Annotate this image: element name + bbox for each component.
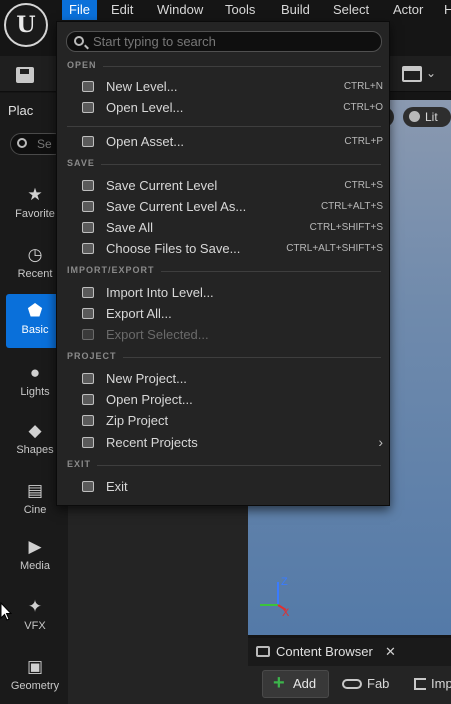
menu-edit[interactable]: Edit — [104, 0, 140, 20]
menu-item-save-current-level-as[interactable]: Save Current Level As... CTRL+ALT+S — [57, 196, 391, 217]
menu-select[interactable]: Select — [326, 0, 376, 20]
plus-icon: + — [273, 672, 285, 694]
sparkle-icon: ✦ — [27, 597, 43, 616]
import-icon — [82, 287, 94, 298]
section-import-export: IMPORT/EXPORT — [67, 265, 381, 277]
menu-window[interactable]: Window — [150, 0, 210, 20]
category-geometry[interactable]: ▣ Geometry — [6, 650, 64, 702]
menu-item-new-project[interactable]: New Project... — [57, 368, 391, 389]
zip-project-icon — [82, 415, 94, 426]
folder-icon — [256, 646, 270, 657]
new-level-icon — [82, 81, 94, 92]
geometry-icon: ▣ — [26, 657, 44, 676]
menu-actor[interactable]: Actor — [386, 0, 430, 20]
open-project-icon — [82, 394, 94, 405]
export-selected-icon — [82, 329, 94, 340]
category-vfx[interactable]: ✦ VFX — [6, 590, 64, 642]
menu-build[interactable]: Build — [274, 0, 317, 20]
search-icon — [17, 138, 27, 148]
new-project-icon — [82, 373, 94, 384]
category-media[interactable]: ▶ Media — [6, 530, 64, 582]
fab-icon — [342, 679, 362, 689]
menu-item-zip-project[interactable]: Zip Project — [57, 410, 391, 431]
menu-item-save-all[interactable]: Save All CTRL+SHIFT+S — [57, 217, 391, 238]
unreal-logo-icon[interactable]: U — [4, 3, 48, 47]
recent-projects-icon — [82, 437, 94, 448]
chevron-right-icon: › — [378, 434, 383, 450]
add-button[interactable]: + Add — [262, 670, 329, 698]
section-save: SAVE — [67, 158, 381, 170]
menu-tools[interactable]: Tools — [218, 0, 262, 20]
file-menu-search[interactable] — [66, 31, 382, 52]
save-icon — [82, 180, 94, 191]
menu-item-import-into-level[interactable]: Import Into Level... — [57, 282, 391, 303]
menu-item-open-asset[interactable]: Open Asset... CTRL+P — [57, 131, 391, 152]
section-open: OPEN — [67, 60, 381, 72]
close-icon[interactable]: ✕ — [385, 640, 396, 664]
open-asset-icon — [82, 136, 94, 147]
cinematics-icon[interactable] — [402, 66, 422, 82]
mouse-cursor-icon — [0, 602, 12, 621]
axis-x-label: X — [282, 607, 290, 617]
lit-view-mode-button[interactable]: Lit — [403, 107, 451, 127]
open-level-icon — [82, 102, 94, 113]
menu-item-save-current-level[interactable]: Save Current Level CTRL+S — [57, 175, 391, 196]
file-menu-search-input[interactable] — [93, 33, 373, 50]
section-project: PROJECT — [67, 351, 381, 363]
import-button[interactable]: Imp — [412, 670, 451, 698]
media-icon: ▶ — [28, 537, 42, 556]
fab-button[interactable]: Fab — [342, 670, 402, 698]
menu-help[interactable]: H — [437, 0, 451, 20]
menu-item-new-level[interactable]: New Level... CTRL+N — [57, 76, 391, 97]
menu-item-open-level[interactable]: Open Level... CTRL+O — [57, 97, 391, 118]
menu-item-recent-projects[interactable]: Recent Projects › — [57, 432, 391, 453]
menu-item-choose-files-to-save[interactable]: Choose Files to Save... CTRL+ALT+SHIFT+S — [57, 238, 391, 259]
menu-item-exit[interactable]: Exit — [57, 476, 391, 497]
content-browser-tab[interactable]: Content Browser — [252, 640, 402, 664]
save-icon[interactable] — [16, 67, 34, 83]
section-exit: EXIT — [67, 459, 381, 471]
choose-files-icon — [82, 243, 94, 254]
axis-gizmo-icon: Z X — [260, 576, 290, 617]
import-icon — [414, 678, 426, 690]
axis-z-label: Z — [281, 576, 288, 588]
exit-icon — [82, 481, 94, 492]
place-actors-tab[interactable]: Plac — [0, 100, 60, 122]
menu-item-open-project[interactable]: Open Project... — [57, 389, 391, 410]
export-icon — [82, 308, 94, 319]
menu-item-export-selected: Export Selected... — [57, 324, 391, 345]
file-menu-dropdown: OPEN New Level...CTRL+N Open Level...CTR… — [56, 21, 390, 506]
menu-item-export-all[interactable]: Export All... — [57, 303, 391, 324]
save-all-icon — [82, 222, 94, 233]
save-as-icon — [82, 201, 94, 212]
chevron-down-icon[interactable]: ⌄ — [426, 66, 436, 80]
search-icon — [74, 36, 84, 46]
menu-file[interactable]: File — [62, 0, 97, 20]
